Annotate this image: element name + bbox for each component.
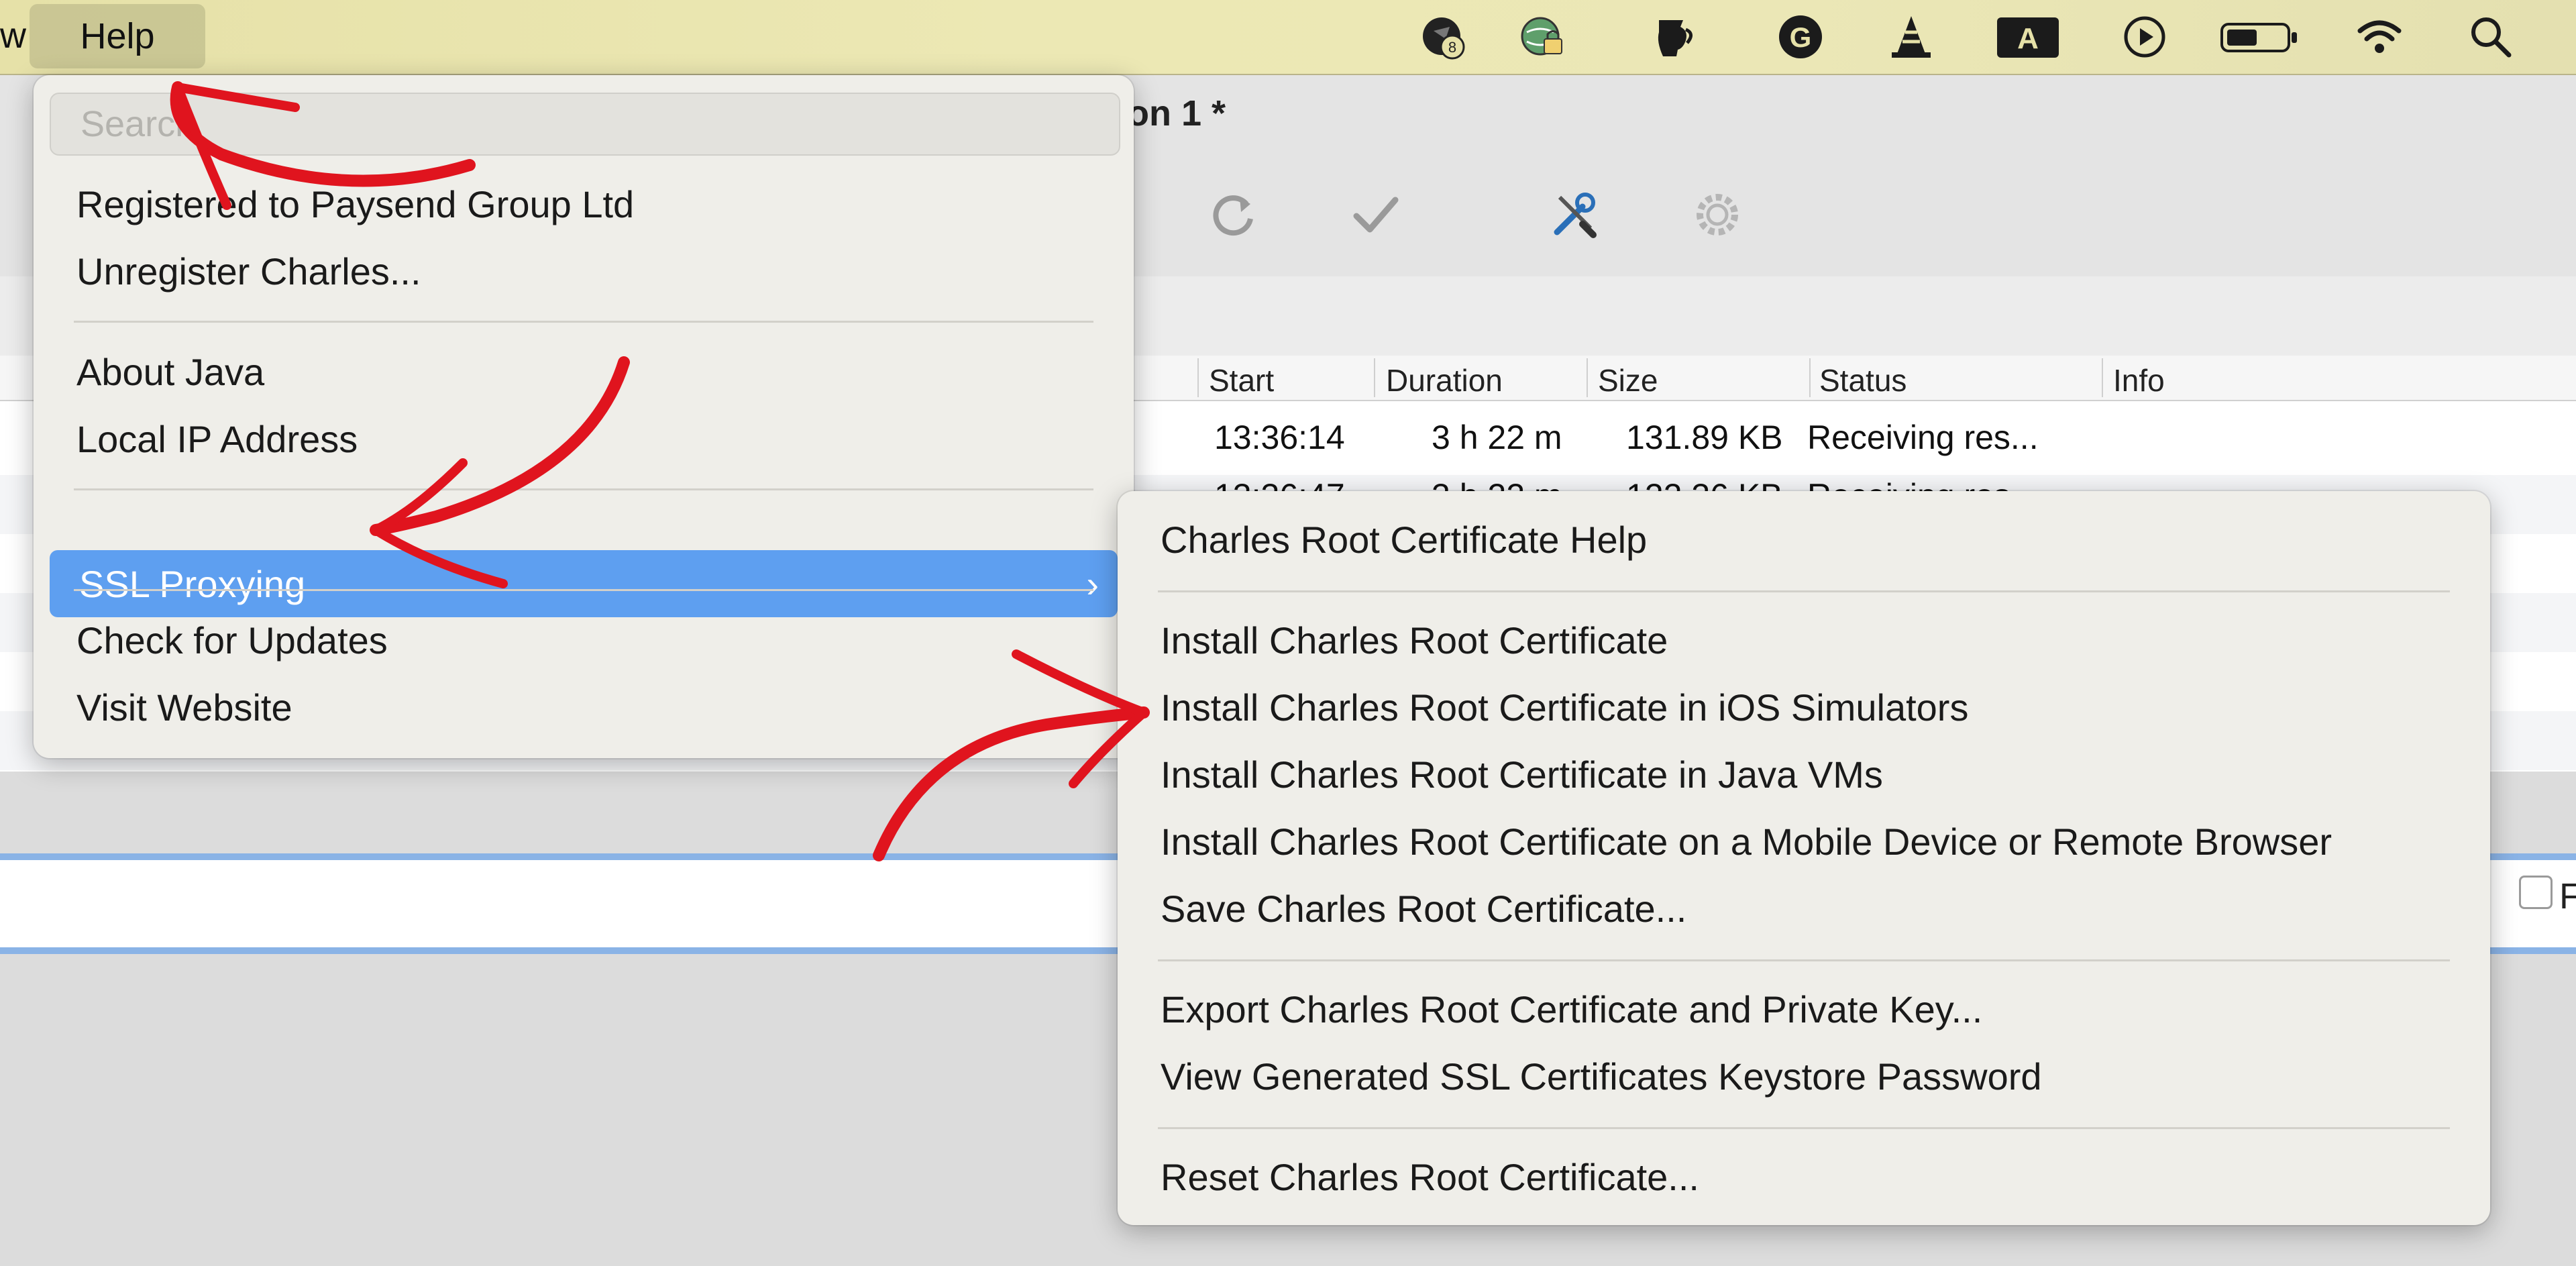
- column-separator: [1374, 358, 1375, 397]
- column-separator: [2102, 358, 2103, 397]
- menu-separator: [74, 589, 1093, 591]
- grammarly-icon[interactable]: G: [1776, 12, 1825, 62]
- menu-item-ssl-proxying-label: SSL Proxying: [79, 563, 306, 605]
- menu-item-previous[interactable]: w: [0, 15, 26, 56]
- wifi-icon[interactable]: [2355, 12, 2404, 62]
- vpn-globe-lock-icon[interactable]: [1517, 12, 1567, 62]
- menu-separator: [1158, 1127, 2450, 1129]
- menu-item-install-mobile-device[interactable]: Install Charles Root Certificate on a Mo…: [1161, 820, 2490, 863]
- help-search-field[interactable]: [50, 93, 1120, 156]
- menu-item-check-updates[interactable]: Check for Updates: [76, 619, 1134, 662]
- chevron-right-icon: ›: [1086, 563, 1099, 605]
- help-menu: Registered to Paysend Group Ltd Unregist…: [34, 75, 1134, 758]
- menu-item-install-java-vms[interactable]: Install Charles Root Certificate in Java…: [1161, 753, 2490, 796]
- menu-separator: [74, 321, 1093, 323]
- menu-item-install-root-cert[interactable]: Install Charles Root Certificate: [1161, 619, 2490, 662]
- menu-item-reset-root-cert[interactable]: Reset Charles Root Certificate...: [1161, 1155, 2490, 1199]
- settings-gear-icon[interactable]: [1690, 188, 1744, 242]
- menu-item-ssl-proxying[interactable]: SSL Proxying ›: [50, 550, 1118, 617]
- menu-help[interactable]: Help: [30, 4, 205, 68]
- cell-status: Receiving res...: [1807, 419, 2039, 456]
- column-separator: [1197, 358, 1199, 397]
- column-header-info[interactable]: Info: [2113, 362, 2165, 399]
- battery-icon[interactable]: [2219, 12, 2300, 62]
- refresh-icon[interactable]: [1206, 188, 1260, 242]
- spotlight-search-icon[interactable]: [2466, 12, 2516, 62]
- grammarly-glyph: G: [1790, 21, 1812, 53]
- vlc-cone-icon[interactable]: [1886, 12, 1936, 62]
- help-search-input[interactable]: [51, 94, 1119, 154]
- menu-bar: w Help 8 G A: [0, 0, 2576, 75]
- column-separator: [1809, 358, 1811, 397]
- window-title: on 1 *: [1127, 93, 1226, 134]
- menu-item-registered-to: Registered to Paysend Group Ltd: [76, 183, 635, 225]
- menu-separator: [74, 488, 1093, 490]
- menu-item-local-ip[interactable]: Local IP Address: [76, 417, 1134, 461]
- cell-duration: 3 h 22 m: [1432, 419, 1562, 456]
- input-source-glyph: A: [2017, 22, 2039, 55]
- column-header-duration[interactable]: Duration: [1386, 362, 1503, 399]
- tools-icon[interactable]: [1546, 188, 1600, 242]
- column-header-status[interactable]: Status: [1819, 362, 1907, 399]
- notification-badge-icon[interactable]: 8: [1419, 12, 1468, 62]
- menu-separator: [1158, 590, 2450, 592]
- cell-start: 13:36:14: [1214, 419, 1345, 456]
- focus-checkbox[interactable]: [2519, 876, 2553, 909]
- column-separator: [1587, 358, 1588, 397]
- notification-badge-count: 8: [1448, 39, 1456, 56]
- menu-item-about-java[interactable]: About Java: [76, 350, 1134, 394]
- menu-item-save-root-cert[interactable]: Save Charles Root Certificate...: [1161, 887, 2490, 931]
- cell-size: 131.89 KB: [1626, 419, 1783, 456]
- ssl-proxying-submenu: Charles Root Certificate Help Install Ch…: [1118, 491, 2490, 1225]
- menu-item-view-keystore-password[interactable]: View Generated SSL Certificates Keystore…: [1161, 1055, 2490, 1098]
- column-header-start[interactable]: Start: [1209, 362, 1274, 399]
- jug-icon[interactable]: [1647, 12, 1697, 62]
- input-source-icon[interactable]: A: [1996, 12, 2060, 62]
- menu-item-root-cert-help[interactable]: Charles Root Certificate Help: [1161, 518, 2490, 562]
- menu-item-install-ios-simulators[interactable]: Install Charles Root Certificate in iOS …: [1161, 686, 2490, 729]
- menu-item-visit-website[interactable]: Visit Website: [76, 686, 1134, 729]
- menu-separator: [1158, 959, 2450, 961]
- column-header-size[interactable]: Size: [1598, 362, 1658, 399]
- menu-item-unregister[interactable]: Unregister Charles...: [76, 250, 1134, 293]
- validate-check-icon[interactable]: [1348, 188, 1402, 242]
- focus-label: Foc: [2559, 876, 2576, 916]
- menu-item-export-root-cert[interactable]: Export Charles Root Certificate and Priv…: [1161, 988, 2490, 1031]
- play-circle-icon[interactable]: [2120, 12, 2169, 62]
